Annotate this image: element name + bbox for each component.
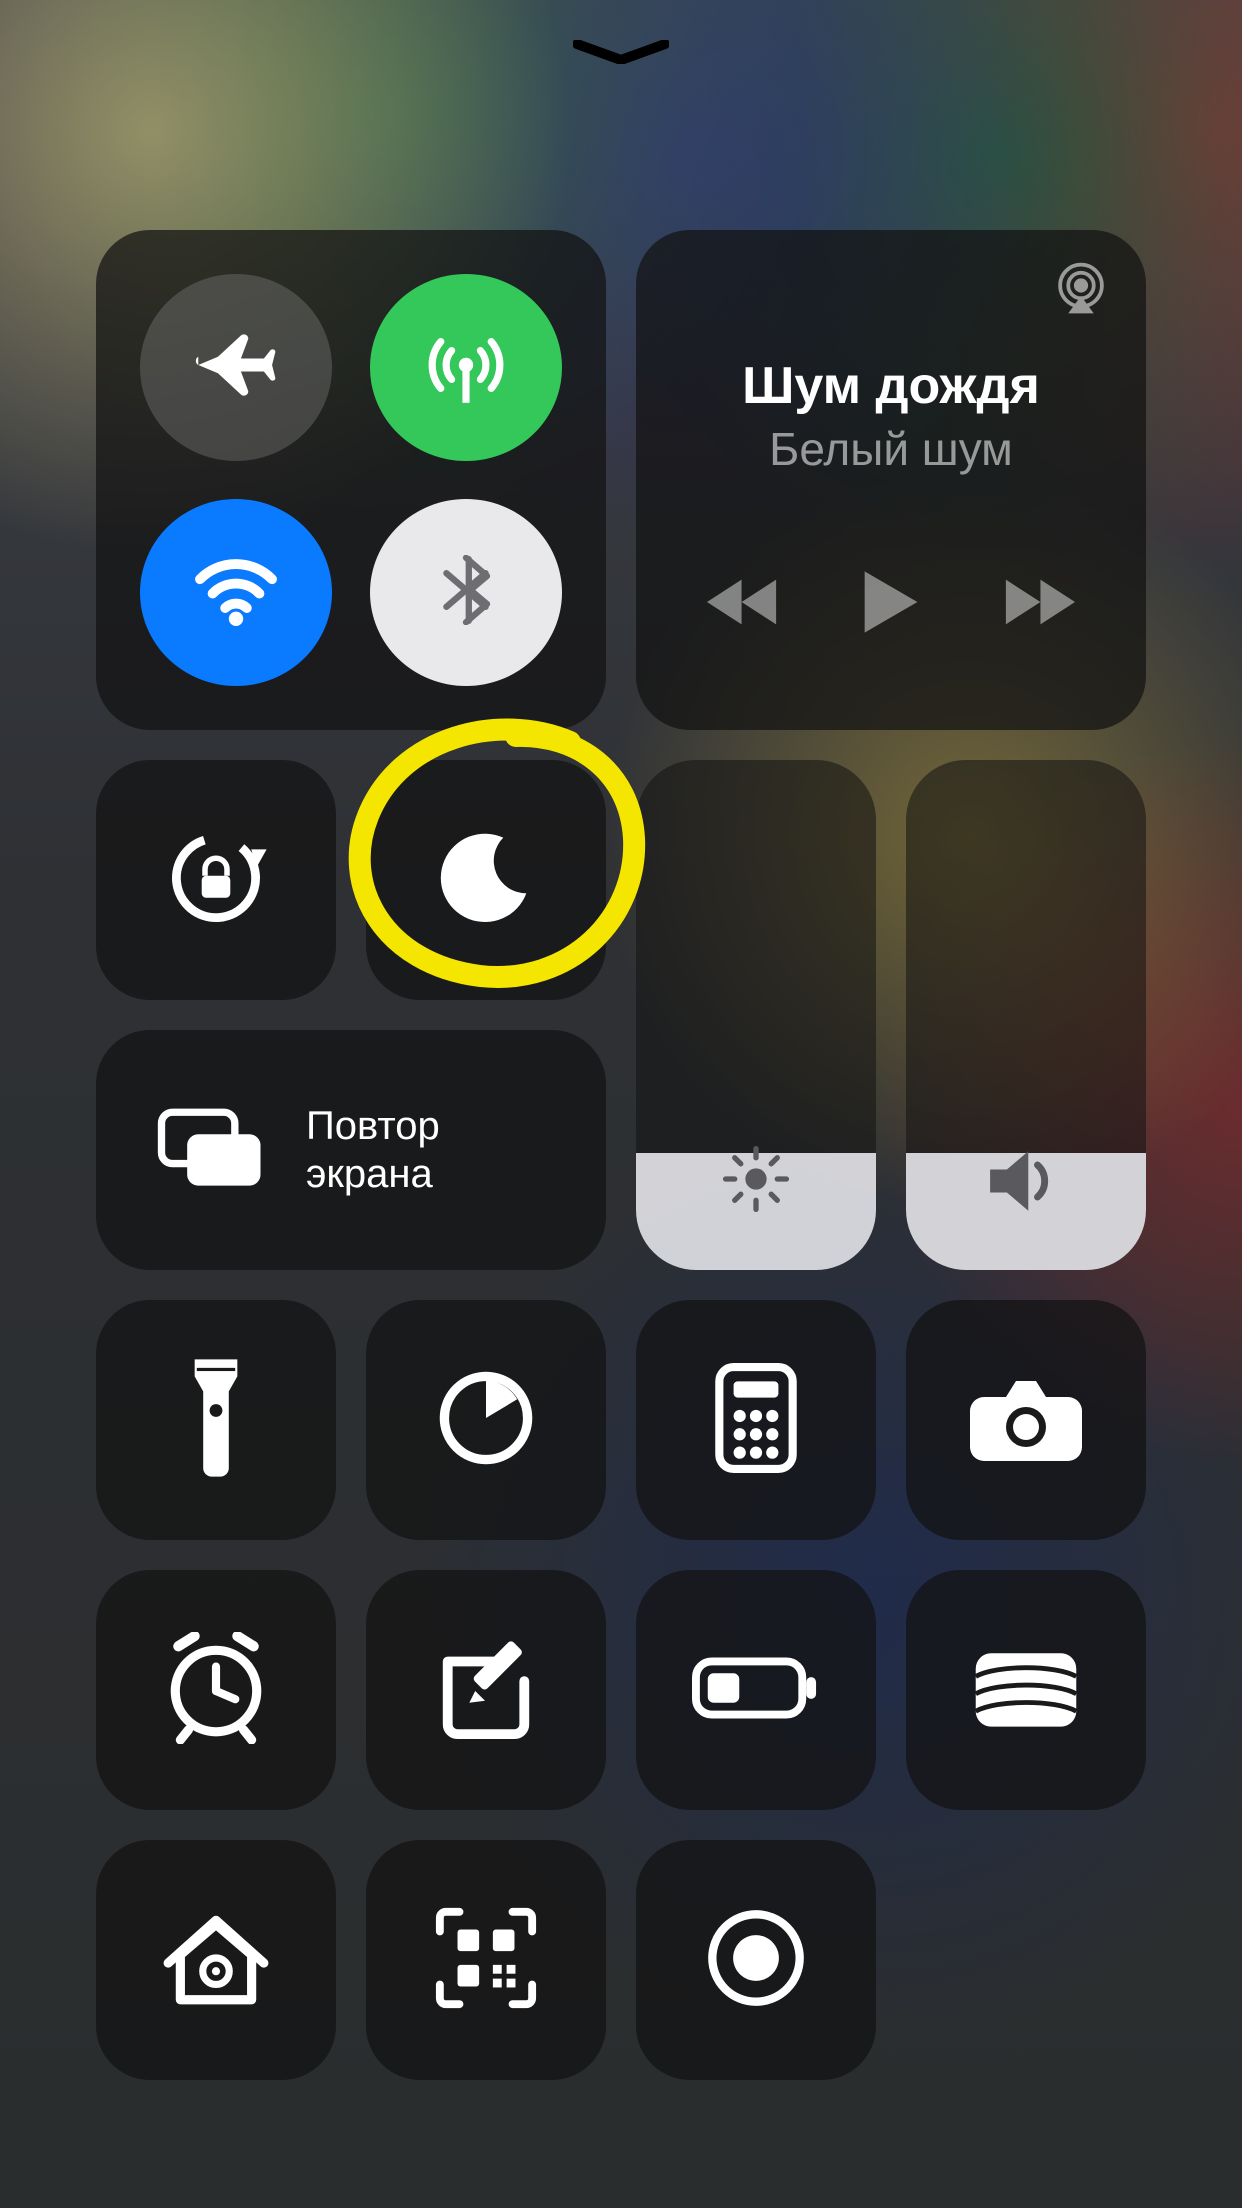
flashlight-button[interactable]: [96, 1300, 336, 1540]
airplay-icon[interactable]: [1052, 260, 1110, 323]
wallet-icon: [968, 1640, 1084, 1741]
connectivity-module: [96, 230, 606, 730]
brightness-slider[interactable]: [636, 760, 876, 1270]
volume-slider[interactable]: [906, 760, 1146, 1270]
alarm-clock-icon: [160, 1632, 272, 1749]
wallet-button[interactable]: [906, 1570, 1146, 1810]
low-power-mode-toggle[interactable]: [636, 1570, 876, 1810]
camera-button[interactable]: [906, 1300, 1146, 1540]
previous-track-button[interactable]: [707, 574, 779, 635]
notes-button[interactable]: [366, 1570, 606, 1810]
airplane-mode-toggle[interactable]: [140, 274, 332, 461]
screen-recording-button[interactable]: [636, 1840, 876, 2080]
do-not-disturb-toggle[interactable]: [366, 760, 606, 1000]
alarm-button[interactable]: [96, 1570, 336, 1810]
volume-icon: [984, 1145, 1068, 1222]
record-icon: [704, 1906, 808, 2015]
timer-icon: [434, 1366, 538, 1475]
media-title: Шум дождя: [742, 356, 1040, 416]
brightness-icon: [718, 1141, 794, 1222]
moon-icon: [438, 830, 534, 931]
calculator-button[interactable]: [636, 1300, 876, 1540]
bluetooth-toggle[interactable]: [370, 499, 562, 686]
wifi-toggle[interactable]: [140, 499, 332, 686]
battery-low-power-icon: [692, 1654, 820, 1727]
media-subtitle: Белый шум: [769, 422, 1013, 476]
cellular-data-toggle[interactable]: [370, 274, 562, 461]
screen-mirroring-icon: [156, 1104, 266, 1197]
next-track-button[interactable]: [1003, 574, 1075, 635]
wifi-icon: [191, 545, 281, 640]
timer-button[interactable]: [366, 1300, 606, 1540]
bluetooth-icon: [431, 555, 501, 630]
now-playing-module[interactable]: Шум дождя Белый шум: [636, 230, 1146, 730]
media-controls: [666, 568, 1116, 641]
screen-mirroring-button[interactable]: Повтор экрана: [96, 1030, 606, 1270]
orientation-lock-toggle[interactable]: [96, 760, 336, 1000]
control-center: Шум дождя Белый шум Повтор экран: [96, 230, 1146, 2080]
screen-mirroring-label: Повтор экрана: [306, 1102, 440, 1198]
qr-code-icon: [432, 1904, 540, 2017]
orientation-lock-icon: [161, 823, 271, 938]
home-button[interactable]: [96, 1840, 336, 2080]
calculator-icon: [715, 1363, 797, 1478]
airplane-icon: [195, 324, 277, 411]
qr-scanner-button[interactable]: [366, 1840, 606, 2080]
camera-icon: [966, 1372, 1086, 1469]
play-button[interactable]: [861, 568, 921, 641]
cellular-antenna-icon: [421, 320, 511, 415]
home-icon: [160, 1902, 272, 2019]
dismiss-chevron-icon[interactable]: [573, 40, 669, 64]
note-compose-icon: [432, 1634, 540, 1747]
flashlight-icon: [184, 1358, 248, 1483]
